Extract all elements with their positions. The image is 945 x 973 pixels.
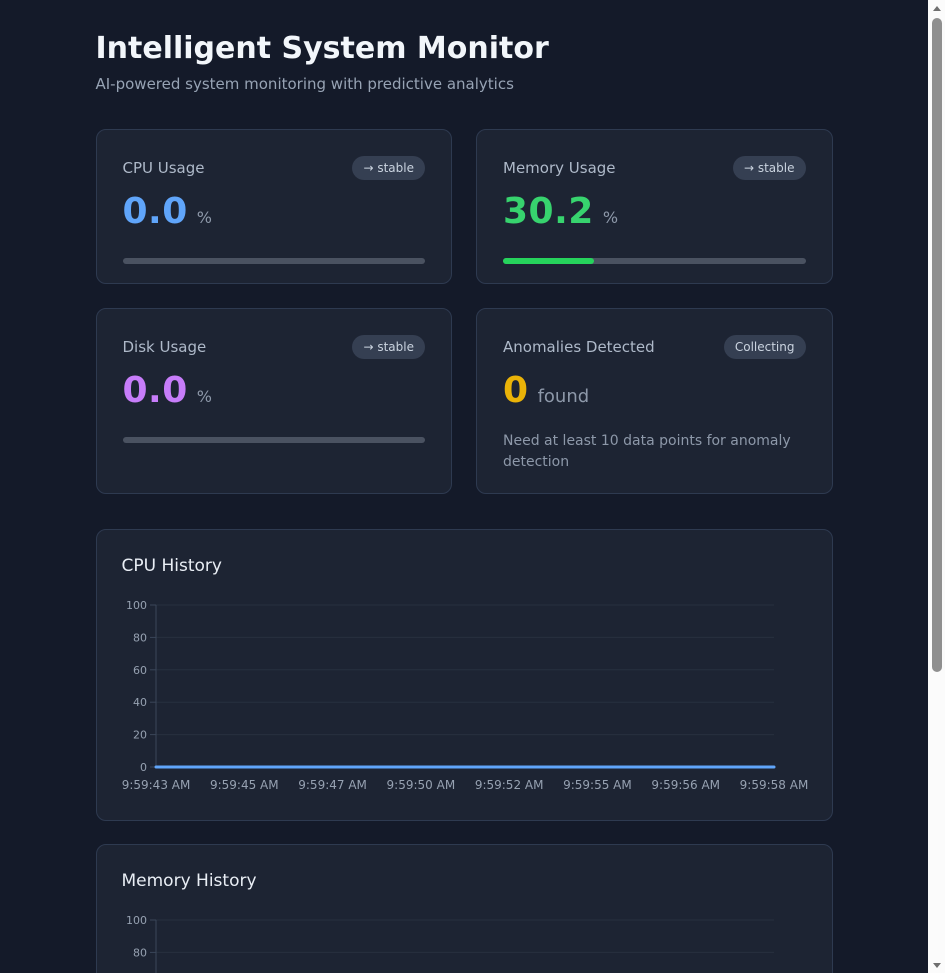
cpu-usage-card: CPU Usage → stable 0.0 % bbox=[96, 129, 453, 284]
anomalies-value-row: 0 found bbox=[503, 371, 806, 411]
memory-progress-fill bbox=[503, 258, 594, 264]
svg-text:9:59:56 AM: 9:59:56 AM bbox=[651, 778, 720, 792]
svg-text:40: 40 bbox=[133, 696, 147, 709]
svg-text:9:59:58 AM: 9:59:58 AM bbox=[739, 778, 808, 792]
svg-text:80: 80 bbox=[133, 631, 147, 644]
cpu-history-title: CPU History bbox=[122, 555, 807, 577]
memory-progress-track bbox=[503, 258, 806, 264]
card-header: CPU Usage → stable bbox=[123, 156, 426, 180]
disk-usage-card: Disk Usage → stable 0.0 % bbox=[96, 308, 453, 494]
svg-text:60: 60 bbox=[133, 664, 147, 677]
svg-text:9:59:43 AM: 9:59:43 AM bbox=[121, 778, 190, 792]
page-viewport: Intelligent System Monitor AI-powered sy… bbox=[0, 0, 928, 973]
cpu-history-chart: 0 20 40 60 80 100 9:59:43 AM 9:59:45 AM 9:59:47 … bbox=[122, 595, 809, 795]
svg-text:20: 20 bbox=[133, 729, 147, 742]
disk-trend-badge: → stable bbox=[352, 335, 425, 359]
memory-history-card: Memory History 020406080100 bbox=[96, 844, 833, 973]
svg-text:0: 0 bbox=[140, 761, 147, 774]
memory-usage-card: Memory Usage → stable 30.2 % bbox=[476, 129, 833, 284]
main-container: Intelligent System Monitor AI-powered sy… bbox=[96, 0, 833, 973]
cpu-value-row: 0.0 % bbox=[123, 192, 426, 232]
scrollbar-thumb[interactable] bbox=[932, 18, 942, 672]
scrollbar-down-button[interactable] bbox=[928, 957, 945, 973]
anomalies-status-badge: Collecting bbox=[724, 335, 806, 359]
disk-usage-unit: % bbox=[197, 387, 212, 406]
svg-text:9:59:47 AM: 9:59:47 AM bbox=[298, 778, 367, 792]
cpu-progress-track bbox=[123, 258, 426, 264]
memory-value-row: 30.2 % bbox=[503, 192, 806, 232]
card-header: Disk Usage → stable bbox=[123, 335, 426, 359]
memory-usage-value: 30.2 bbox=[503, 192, 594, 232]
anomalies-count: 0 bbox=[503, 371, 529, 411]
scrollbar-up-button[interactable] bbox=[928, 0, 945, 16]
svg-text:9:59:55 AM: 9:59:55 AM bbox=[563, 778, 632, 792]
svg-text:9:59:50 AM: 9:59:50 AM bbox=[386, 778, 455, 792]
cpu-trend-badge: → stable bbox=[352, 156, 425, 180]
scroll-up-icon bbox=[933, 6, 941, 11]
memory-history-chart: 020406080100 bbox=[122, 910, 809, 973]
svg-text:100: 100 bbox=[126, 599, 147, 612]
vertical-scrollbar[interactable] bbox=[928, 0, 945, 973]
scroll-down-icon bbox=[933, 963, 941, 968]
svg-text:80: 80 bbox=[133, 946, 147, 959]
memory-usage-unit: % bbox=[603, 208, 618, 227]
page-title: Intelligent System Monitor bbox=[96, 32, 833, 66]
disk-value-row: 0.0 % bbox=[123, 371, 426, 411]
anomalies-unit: found bbox=[538, 386, 590, 407]
cpu-usage-label: CPU Usage bbox=[123, 159, 205, 177]
metrics-grid: CPU Usage → stable 0.0 % Memory Usage → … bbox=[96, 129, 833, 494]
cpu-usage-unit: % bbox=[197, 208, 212, 227]
disk-usage-value: 0.0 bbox=[123, 371, 188, 411]
svg-text:100: 100 bbox=[126, 914, 147, 927]
anomalies-card: Anomalies Detected Collecting 0 found Ne… bbox=[476, 308, 833, 494]
memory-trend-badge: → stable bbox=[733, 156, 806, 180]
svg-text:9:59:45 AM: 9:59:45 AM bbox=[209, 778, 278, 792]
card-header: Memory Usage → stable bbox=[503, 156, 806, 180]
anomalies-label: Anomalies Detected bbox=[503, 338, 655, 356]
card-header: Anomalies Detected Collecting bbox=[503, 335, 806, 359]
anomalies-note: Need at least 10 data points for anomaly… bbox=[503, 431, 806, 473]
memory-history-title: Memory History bbox=[122, 870, 807, 892]
page-subtitle: AI-powered system monitoring with predic… bbox=[96, 75, 833, 93]
disk-usage-label: Disk Usage bbox=[123, 338, 207, 356]
cpu-history-card: CPU History 0 20 40 60 80 100 9:59:43 AM 9:59:4… bbox=[96, 529, 833, 821]
memory-usage-label: Memory Usage bbox=[503, 159, 616, 177]
disk-progress-track bbox=[123, 437, 426, 443]
cpu-usage-value: 0.0 bbox=[123, 192, 188, 232]
svg-text:9:59:52 AM: 9:59:52 AM bbox=[474, 778, 543, 792]
